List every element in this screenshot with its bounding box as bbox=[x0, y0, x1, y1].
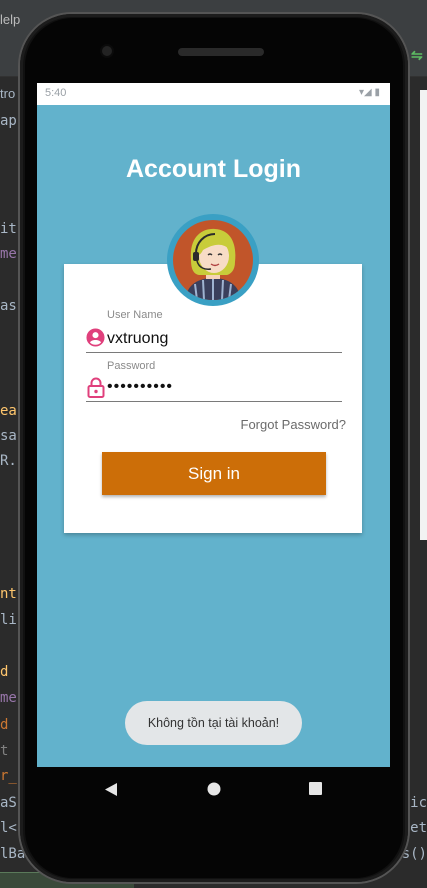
front-camera bbox=[102, 46, 112, 56]
code-line: d bbox=[0, 717, 9, 733]
back-icon[interactable] bbox=[104, 782, 118, 802]
password-label: Password bbox=[107, 360, 156, 372]
page-title: Account Login bbox=[126, 155, 301, 183]
code-line: ap bbox=[0, 113, 17, 129]
code-line: ea bbox=[0, 403, 17, 419]
password-input[interactable]: •••••••••• bbox=[107, 378, 173, 396]
code-line: me bbox=[0, 690, 17, 706]
code-line: l< bbox=[0, 820, 17, 836]
ide-project-tab[interactable]: tro bbox=[0, 86, 15, 101]
code-line: r_ bbox=[0, 768, 17, 784]
ide-menu-help[interactable]: lelp bbox=[0, 12, 20, 27]
earpiece-speaker bbox=[178, 48, 264, 56]
username-label: User Name bbox=[107, 309, 163, 321]
app-screen: 5:40 ▾◢ ▮ Account Login User Name vxtruo… bbox=[37, 83, 390, 767]
recents-icon[interactable] bbox=[309, 782, 322, 800]
code-line-right: s() bbox=[401, 846, 427, 862]
ide-side-panel bbox=[420, 90, 427, 540]
code-line: li bbox=[0, 612, 17, 628]
code-line: nt bbox=[0, 586, 17, 602]
username-input[interactable]: vxtruong bbox=[107, 330, 168, 348]
password-underline bbox=[86, 401, 342, 402]
code-line: R. bbox=[0, 453, 17, 469]
code-line: it bbox=[0, 221, 17, 237]
code-line: lBa bbox=[0, 846, 26, 862]
toast-message: Không tồn tại tài khoản! bbox=[125, 701, 302, 745]
status-icons: ▾◢ ▮ bbox=[359, 87, 380, 98]
code-line: me bbox=[0, 246, 17, 262]
code-line-right: ic bbox=[410, 795, 427, 811]
avatar bbox=[167, 214, 259, 306]
avatar-illustration bbox=[173, 220, 253, 300]
code-line: t bbox=[0, 743, 9, 759]
code-line: d bbox=[0, 664, 9, 680]
android-nav-bar bbox=[37, 767, 390, 812]
lock-icon bbox=[87, 377, 105, 403]
code-line: as bbox=[0, 298, 17, 314]
username-underline bbox=[86, 352, 342, 353]
code-line-right: et bbox=[410, 820, 427, 836]
status-time: 5:40 bbox=[45, 87, 67, 99]
forgot-password-link[interactable]: Forgot Password? bbox=[241, 417, 347, 432]
user-icon bbox=[86, 328, 105, 352]
home-icon[interactable] bbox=[207, 782, 221, 801]
code-line: aS bbox=[0, 795, 17, 811]
sync-icon[interactable]: ⇋ bbox=[411, 47, 423, 63]
sign-in-button[interactable]: Sign in bbox=[102, 452, 326, 495]
status-bar: 5:40 ▾◢ ▮ bbox=[37, 83, 390, 105]
code-line: sa bbox=[0, 428, 17, 444]
